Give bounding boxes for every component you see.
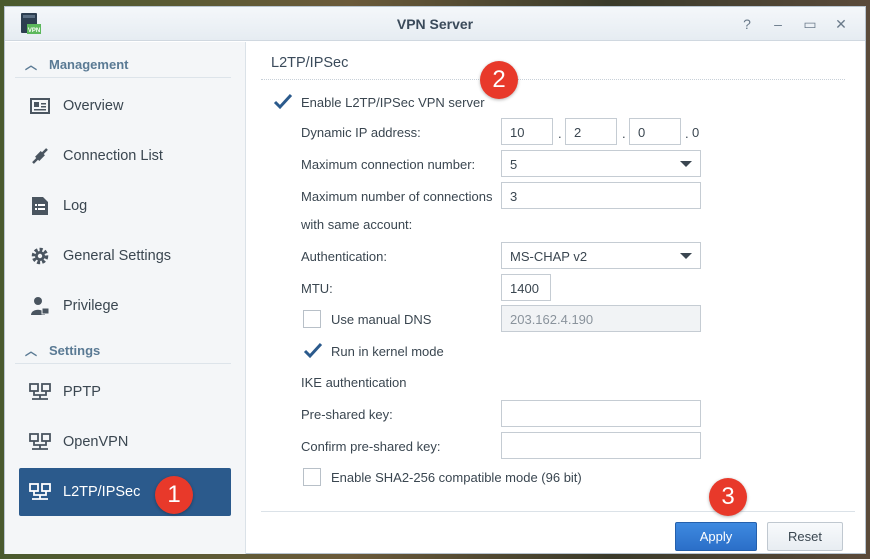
sidebar-item-label: L2TP/IPSec <box>63 484 141 500</box>
kernel-mode-checkbox[interactable] <box>303 342 323 360</box>
ip-dot: . <box>622 126 626 141</box>
footer-divider <box>261 511 855 512</box>
manual-dns-input[interactable]: 203.162.4.190 <box>501 305 701 332</box>
main-content: L2TP/IPSec Enable L2TP/IPSec VPN server … <box>247 42 865 553</box>
title-bar: VPN VPN Server ? – ▭ ✕ <box>5 7 865 41</box>
chevron-up-icon: ︿ <box>25 344 38 358</box>
sidebar-item-general-settings[interactable]: General Settings <box>19 232 231 280</box>
sidebar-item-connection-list[interactable]: Connection List <box>19 132 231 180</box>
max-same-account-label-1: Maximum number of connections <box>301 189 493 204</box>
sidebar-item-label: Privilege <box>63 298 119 314</box>
page-title: L2TP/IPSec <box>271 55 349 71</box>
max-connection-select[interactable]: 5 <box>501 150 701 177</box>
ip-octet-2-input[interactable]: 2 <box>565 118 617 145</box>
sidebar-item-pptp[interactable]: PPTP <box>19 368 231 416</box>
connection-list-icon <box>29 145 51 167</box>
chevron-up-icon: ︿ <box>25 58 38 72</box>
sidebar-item-label: PPTP <box>63 384 101 400</box>
sidebar-item-label: OpenVPN <box>63 434 129 450</box>
psk-label: Pre-shared key: <box>301 407 393 422</box>
sha2-label: Enable SHA2-256 compatible mode (96 bit) <box>331 470 582 485</box>
mtu-label: MTU: <box>301 281 333 296</box>
settings-section-header[interactable]: ︿ Settings <box>15 336 231 364</box>
reset-button[interactable]: Reset <box>767 522 843 551</box>
enable-server-checkbox[interactable] <box>273 93 293 111</box>
sha2-checkbox[interactable] <box>303 468 321 486</box>
ip-octet-4: 0 <box>692 125 700 140</box>
sidebar-item-label: Connection List <box>63 148 163 164</box>
log-icon <box>29 195 51 217</box>
sidebar-item-label: Overview <box>63 98 124 114</box>
dropdown-arrow-icon <box>680 253 692 259</box>
network-icon <box>29 431 51 453</box>
network-icon <box>29 481 51 503</box>
annotation-badge-3: 3 <box>709 478 747 516</box>
sidebar: ︿ Management Overview Connection List Log… <box>5 42 246 554</box>
psk-input[interactable] <box>501 400 701 427</box>
sidebar-item-label: Log <box>63 198 88 214</box>
gear-icon <box>29 245 51 267</box>
window-title: VPN Server <box>396 16 474 32</box>
max-connection-label: Maximum connection number: <box>301 157 476 172</box>
network-icon <box>29 381 51 403</box>
mtu-input[interactable]: 1400 <box>501 274 551 301</box>
minimize-button[interactable]: – <box>769 15 787 33</box>
annotation-badge-2: 2 <box>480 61 518 99</box>
max-same-account-label-2: with same account: <box>301 217 413 232</box>
manual-dns-label: Use manual DNS <box>331 312 432 327</box>
authentication-label: Authentication: <box>301 249 388 264</box>
dynamic-ip-label: Dynamic IP address: <box>301 125 421 140</box>
sidebar-item-overview[interactable]: Overview <box>19 82 231 130</box>
annotation-badge-1: 1 <box>155 476 193 514</box>
apply-button[interactable]: Apply <box>675 522 757 551</box>
psk-confirm-input[interactable] <box>501 432 701 459</box>
ip-octet-3-input[interactable]: 0 <box>629 118 681 145</box>
title-divider <box>261 79 845 80</box>
authentication-select[interactable]: MS-CHAP v2 <box>501 242 701 269</box>
ip-dot: . <box>685 126 689 141</box>
vpn-server-window: VPN VPN Server ? – ▭ ✕ ︿ Management Overv… <box>4 6 866 554</box>
enable-server-label: Enable L2TP/IPSec VPN server <box>301 95 485 110</box>
psk-confirm-label: Confirm pre-shared key: <box>301 439 441 454</box>
privilege-icon <box>29 295 51 317</box>
help-button[interactable]: ? <box>738 15 756 33</box>
ike-authentication-heading: IKE authentication <box>301 375 407 390</box>
overview-icon <box>29 95 51 117</box>
close-button[interactable]: ✕ <box>832 15 850 33</box>
management-section-header[interactable]: ︿ Management <box>15 50 231 78</box>
sidebar-item-label: General Settings <box>63 248 172 264</box>
sidebar-item-log[interactable]: Log <box>19 182 231 230</box>
sidebar-item-openvpn[interactable]: OpenVPN <box>19 418 231 466</box>
dropdown-arrow-icon <box>680 161 692 167</box>
checkmark-icon <box>273 93 293 110</box>
ip-dot: . <box>558 126 562 141</box>
checkmark-icon <box>303 342 323 359</box>
kernel-mode-label: Run in kernel mode <box>331 344 444 359</box>
manual-dns-checkbox[interactable] <box>303 310 321 328</box>
sidebar-item-l2tp-ipsec[interactable]: L2TP/IPSec <box>19 468 231 516</box>
ip-octet-1-input[interactable]: 10 <box>501 118 553 145</box>
maximize-button[interactable]: ▭ <box>801 15 819 33</box>
sidebar-item-privilege[interactable]: Privilege <box>19 282 231 330</box>
max-same-account-input[interactable]: 3 <box>501 182 701 209</box>
